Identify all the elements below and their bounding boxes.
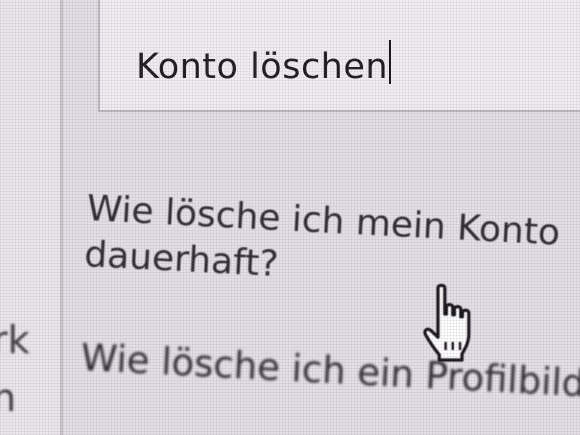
sidebar-text-fragment[interactable]: n (0, 376, 16, 420)
suggestion-item[interactable]: Wie lösche ich mein Konto dauerhaft? (83, 186, 561, 303)
search-input[interactable]: Konto löschen (136, 40, 392, 87)
suggestion-line: Wie lösche ich ein Profilbild? (79, 336, 580, 407)
sidebar-text-fragment[interactable]: rk (0, 318, 30, 362)
search-input-value: Konto löschen (136, 47, 389, 87)
sidebar-divider (60, 0, 63, 435)
text-caret (389, 40, 392, 84)
hand-pointer-icon (423, 283, 471, 362)
left-sidebar: rk n (0, 0, 62, 435)
suggestion-item[interactable]: Wie lösche ich ein Profilbild? (80, 336, 580, 406)
screen: rk n Konto löschen Wie lösche ich mein K… (0, 0, 580, 435)
search-box[interactable]: Konto löschen (98, 0, 580, 112)
